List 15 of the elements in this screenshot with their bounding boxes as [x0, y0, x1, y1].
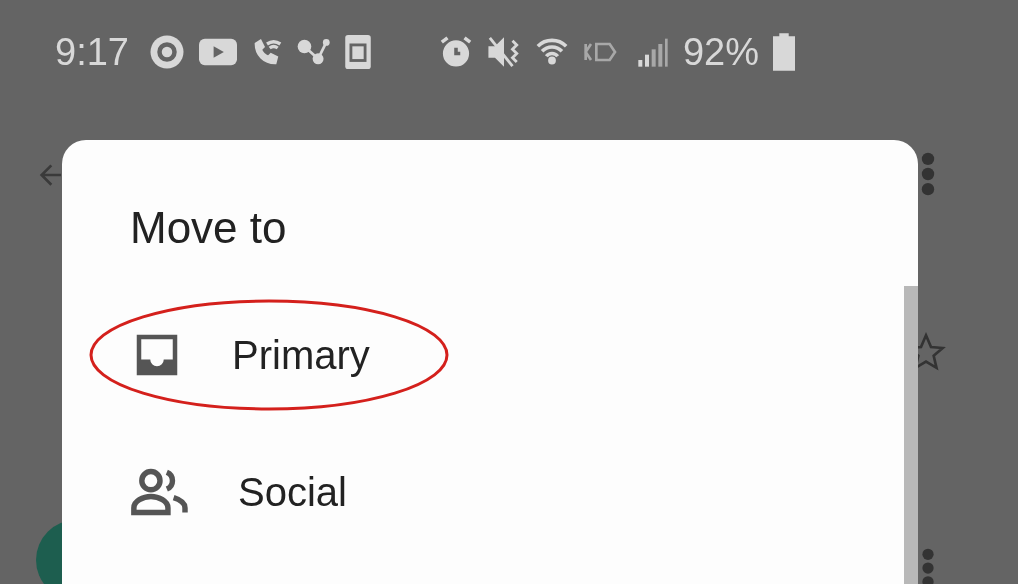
video-icon: [198, 38, 237, 66]
people-icon: [130, 467, 190, 517]
battery-icon: [773, 33, 796, 71]
calendar-icon: [344, 35, 371, 69]
more-icon: [921, 152, 935, 196]
target-icon: [148, 34, 185, 70]
alarm-icon: [438, 35, 473, 69]
mute-vibrate-icon: [486, 35, 521, 69]
battery-percent: 92%: [682, 30, 760, 74]
menu-item[interactable]: Social: [130, 457, 918, 527]
nodes-icon: [296, 37, 331, 67]
menu-item[interactable]: Primary: [130, 320, 918, 390]
dialog-title: Move to: [130, 202, 288, 254]
more-icon: [921, 548, 935, 584]
status-time: 9:17: [55, 30, 129, 74]
